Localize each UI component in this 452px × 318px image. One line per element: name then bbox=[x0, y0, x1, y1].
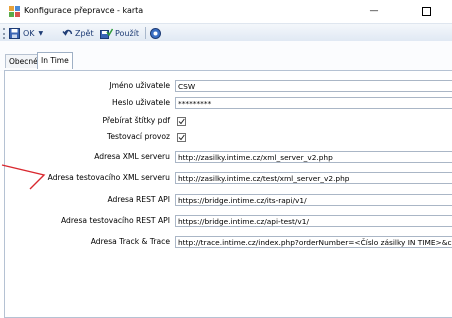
xml-server-field[interactable]: http://zasilky.intime.cz/xml_server_v2.p… bbox=[175, 151, 452, 163]
checkmark-icon bbox=[178, 134, 185, 141]
test-xml-server-field[interactable]: http://zasilky.intime.cz/test/xml_server… bbox=[175, 172, 452, 184]
help-icon bbox=[150, 27, 161, 39]
tab-in-time[interactable]: In Time bbox=[37, 52, 73, 69]
annotation-arrow-icon bbox=[1, 164, 46, 190]
xml-server-label: Adresa XML serveru bbox=[94, 152, 170, 161]
undo-icon bbox=[62, 29, 73, 36]
checkmark-icon bbox=[178, 118, 185, 125]
rest-api-label: Adresa REST API bbox=[107, 195, 171, 204]
toolbar: OK ▼ Zpět Použít bbox=[0, 23, 452, 43]
toolbar-separator bbox=[145, 27, 146, 39]
tab-bar: Obecné In Time bbox=[0, 41, 452, 71]
take-pdf-labels-label: Přebírat štítky pdf bbox=[102, 116, 170, 125]
password-label: Heslo uživatele bbox=[112, 98, 170, 107]
minimize-button[interactable]: — bbox=[366, 3, 382, 19]
chevron-down-icon[interactable]: ▼ bbox=[39, 30, 44, 37]
apply-icon bbox=[100, 28, 113, 39]
app-icon bbox=[9, 6, 20, 17]
ok-label: OK bbox=[23, 28, 35, 38]
username-field[interactable]: CSW bbox=[175, 80, 452, 92]
track-trace-field[interactable]: http://trace.intime.cz/index.php?orderNu… bbox=[175, 236, 452, 248]
back-label: Zpět bbox=[75, 28, 94, 38]
test-rest-api-label: Adresa testovacího REST API bbox=[60, 216, 170, 225]
toolbar-grip[interactable] bbox=[3, 28, 7, 39]
test-xml-server-label: Adresa testovacího XML serveru bbox=[47, 173, 170, 182]
username-label: Jméno uživatele bbox=[109, 81, 170, 90]
password-field[interactable]: ********* bbox=[175, 97, 452, 109]
apply-label: Použít bbox=[115, 28, 140, 38]
title-bar: Konfigurace přepravce - karta — bbox=[0, 0, 452, 23]
take-pdf-labels-checkbox[interactable] bbox=[177, 117, 186, 126]
window-title: Konfigurace přepravce - karta bbox=[24, 6, 144, 15]
back-button[interactable]: Zpět bbox=[62, 26, 94, 40]
help-button[interactable] bbox=[150, 26, 161, 40]
rest-api-field[interactable]: https://bridge.intime.cz/its-rapi/v1/ bbox=[175, 194, 452, 206]
apply-button[interactable]: Použít bbox=[100, 26, 139, 40]
maximize-icon bbox=[422, 7, 431, 16]
test-mode-label: Testovací provoz bbox=[107, 132, 170, 141]
test-rest-api-field[interactable]: https://bridge.intime.cz/api-test/v1/ bbox=[175, 215, 452, 227]
track-trace-label: Adresa Track & Trace bbox=[90, 237, 170, 246]
ok-button[interactable]: OK ▼ bbox=[9, 26, 43, 40]
test-mode-checkbox[interactable] bbox=[177, 133, 186, 142]
maximize-button[interactable] bbox=[418, 3, 434, 19]
save-icon bbox=[9, 27, 20, 39]
